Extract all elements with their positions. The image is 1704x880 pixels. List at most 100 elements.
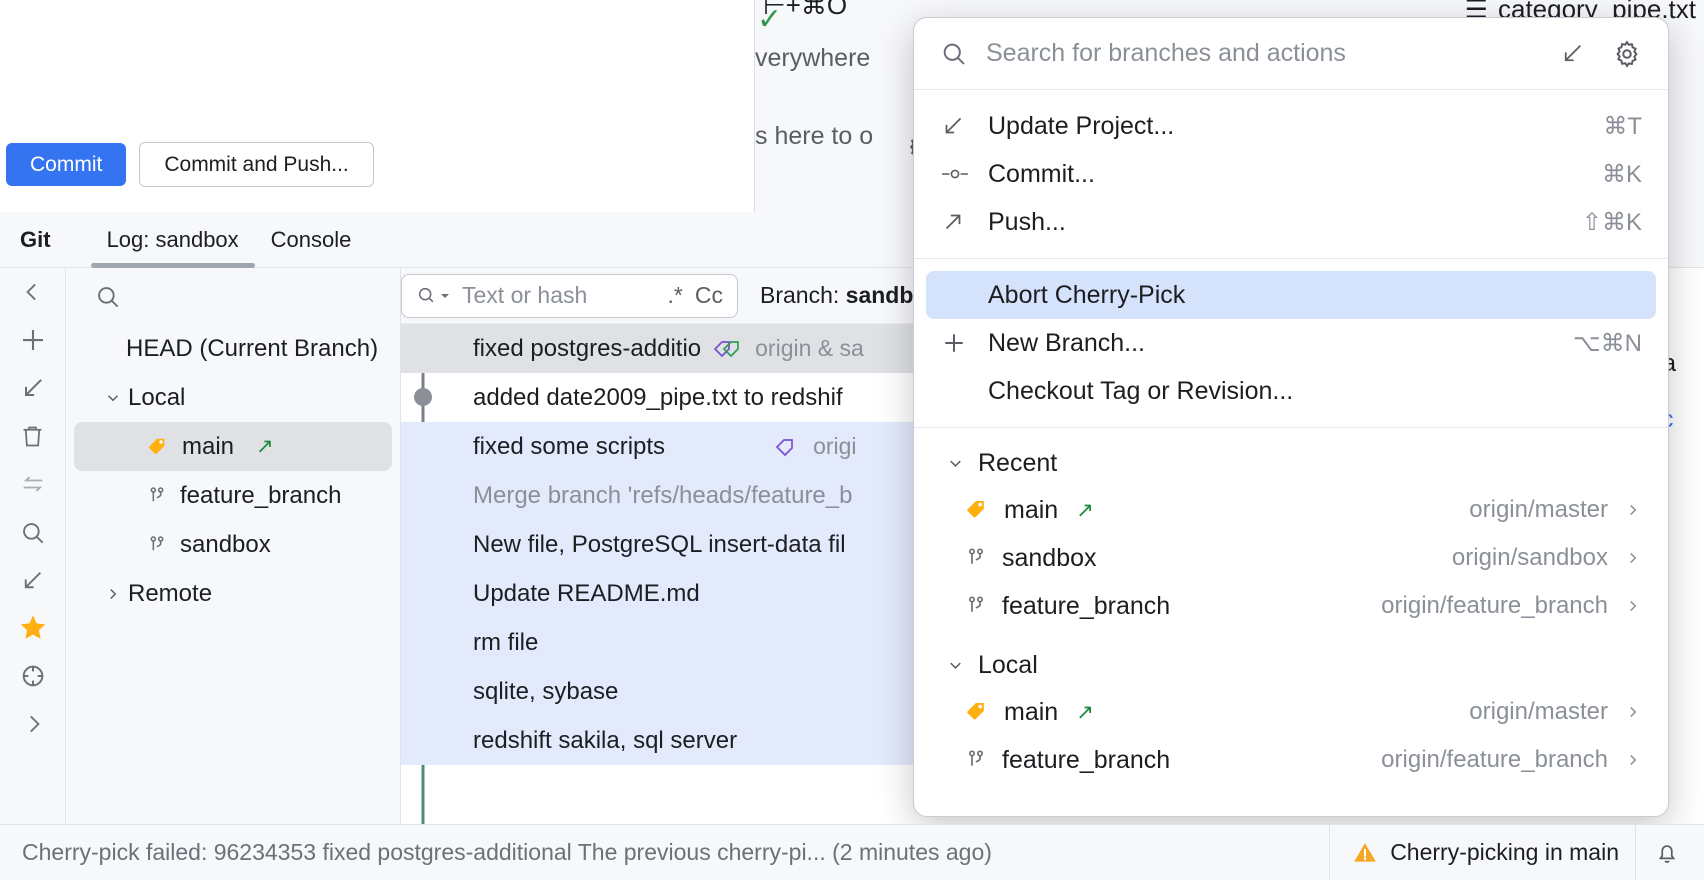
menu-item-checkout-tag-or-revision[interactable]: Checkout Tag or Revision... xyxy=(914,367,1668,415)
commit-message: fixed postgres-additio xyxy=(473,335,701,363)
menu-item-new-branch[interactable]: New Branch... ⌥⌘N xyxy=(914,319,1668,367)
branch-item-main[interactable]: main ↗ origin/master xyxy=(914,486,1668,534)
tree-row-label: sandbox xyxy=(180,531,271,559)
commit-button[interactable]: Commit xyxy=(6,143,126,186)
chevron-right-icon[interactable] xyxy=(1624,703,1642,721)
branch-tree-panel: HEAD (Current Branch) Local main ↗ featu… xyxy=(66,268,401,824)
commit-message: added date2009_pipe.txt to redshif xyxy=(473,384,843,412)
commit-icon xyxy=(940,163,988,185)
tree-row-label: main xyxy=(182,433,234,461)
case-sensitive-toggle[interactable]: Cc xyxy=(695,282,723,309)
tree-group-local[interactable]: Local xyxy=(66,373,400,422)
branch-item-local-feature-branch[interactable]: feature_branch origin/feature_branch xyxy=(914,736,1668,784)
chevron-down-icon xyxy=(940,656,970,675)
commit-button-group: Commit Commit and Push... xyxy=(6,142,374,187)
menu-item-shortcut: ⌘K xyxy=(1602,160,1642,189)
update-project-icon xyxy=(940,113,988,139)
branch-name: main xyxy=(1004,496,1058,525)
tree-row-label: Remote xyxy=(128,580,212,608)
notification-bell-icon[interactable] xyxy=(1635,825,1688,880)
branch-icon xyxy=(964,594,988,618)
collapse-left-icon[interactable] xyxy=(0,268,66,316)
menu-item-label: Commit... xyxy=(988,160,1095,189)
branches-popup: Search for branches and actions xyxy=(913,17,1669,817)
update-project-icon[interactable] xyxy=(1559,40,1586,67)
branch-icon xyxy=(964,546,988,570)
branch-tree-search[interactable] xyxy=(66,268,400,324)
tab-console[interactable]: Console xyxy=(255,212,368,268)
chevron-right-icon[interactable] xyxy=(1624,751,1642,769)
favorite-star-icon[interactable] xyxy=(0,604,66,652)
chevron-right-icon[interactable] xyxy=(1624,597,1642,615)
group-header-label: Local xyxy=(978,651,1038,680)
commit-message: sqlite, sybase xyxy=(473,678,618,706)
toolbar-glyph-icon: ⊢+⌘O xyxy=(763,0,847,21)
tree-row-head[interactable]: HEAD (Current Branch) xyxy=(66,324,400,373)
update-project-icon[interactable] xyxy=(0,364,66,412)
commit-and-push-button[interactable]: Commit and Push... xyxy=(139,142,373,187)
log-tool-rail xyxy=(0,268,66,824)
branch-name: feature_branch xyxy=(1002,592,1170,621)
branch-tracking: origin/master xyxy=(1469,496,1608,524)
tree-group-remote[interactable]: Remote xyxy=(66,569,400,618)
popup-search-row: Search for branches and actions xyxy=(914,18,1668,90)
search-dropdown-icon[interactable] xyxy=(416,285,450,307)
branch-item-feature-branch[interactable]: feature_branch origin/feature_branch xyxy=(914,582,1668,630)
menu-item-commit[interactable]: Commit... ⌘K xyxy=(914,150,1668,198)
tag-icon xyxy=(964,497,990,523)
tree-row-label: feature_branch xyxy=(180,482,341,510)
menu-item-label: New Branch... xyxy=(988,329,1145,358)
tab-log-sandbox[interactable]: Log: sandbox xyxy=(91,212,255,268)
menu-item-label: Update Project... xyxy=(988,112,1174,141)
add-icon[interactable] xyxy=(0,316,66,364)
group-header-local[interactable]: Local xyxy=(914,642,1668,688)
commit-message: rm file xyxy=(473,629,538,657)
branch-icon xyxy=(964,748,988,772)
expand-right-icon[interactable] xyxy=(0,700,66,748)
commit-message: redshift sakila, sql server xyxy=(473,727,737,755)
log-search-input[interactable]: Text or hash xyxy=(462,282,587,309)
chevron-right-icon[interactable] xyxy=(1624,549,1642,567)
menu-item-label: Checkout Tag or Revision... xyxy=(988,377,1293,406)
double-tag-icon xyxy=(713,336,743,362)
outgoing-arrow-icon: ↗ xyxy=(1076,498,1094,523)
menu-item-label: Abort Cherry-Pick xyxy=(988,281,1185,310)
outgoing-arrow-icon: ↗ xyxy=(1076,700,1094,725)
editor-hint-line-2: s here to o xyxy=(755,122,873,151)
chevron-right-icon[interactable] xyxy=(1624,501,1642,519)
commit-message: Update README.md xyxy=(473,580,700,608)
branch-item-sandbox[interactable]: sandbox origin/sandbox xyxy=(914,534,1668,582)
branch-icon xyxy=(146,485,168,507)
tag-icon xyxy=(146,435,170,459)
gear-icon[interactable] xyxy=(1612,39,1642,69)
app-window: Commit Commit and Push... ✓ ⊢+⌘O ☰ categ… xyxy=(0,0,1704,880)
branch-tracking: origin/feature_branch xyxy=(1381,746,1608,774)
delete-icon[interactable] xyxy=(0,412,66,460)
update-icon[interactable] xyxy=(0,556,66,604)
log-search-box[interactable]: Text or hash .* Cc xyxy=(401,274,738,318)
popup-actions-section: Update Project... ⌘T Commit... ⌘K Push..… xyxy=(914,90,1668,258)
tree-row-sandbox[interactable]: sandbox xyxy=(66,520,400,569)
compare-icon[interactable] xyxy=(0,460,66,508)
menu-item-abort-cherry-pick[interactable]: Abort Cherry-Pick xyxy=(926,271,1656,319)
menu-item-update-project[interactable]: Update Project... ⌘T xyxy=(914,102,1668,150)
status-message[interactable]: Cherry-pick failed: 96234353 fixed postg… xyxy=(22,839,992,866)
group-header-label: Recent xyxy=(978,449,1057,478)
menu-item-shortcut: ⌥⌘N xyxy=(1573,329,1642,358)
tool-window-title: Git xyxy=(20,227,51,253)
tree-row-feature-branch[interactable]: feature_branch xyxy=(66,471,400,520)
branch-name: sandbox xyxy=(1002,544,1097,573)
tree-row-label: HEAD (Current Branch) xyxy=(126,335,378,363)
tree-row-main[interactable]: main ↗ xyxy=(74,422,392,471)
cherry-pick-status[interactable]: Cherry-picking in main xyxy=(1329,825,1619,880)
menu-item-shortcut: ⌘T xyxy=(1603,112,1642,141)
regex-toggle[interactable]: .* xyxy=(668,282,683,309)
popup-search-input[interactable]: Search for branches and actions xyxy=(986,39,1541,68)
branch-item-local-main[interactable]: main ↗ origin/master xyxy=(914,688,1668,736)
menu-item-push[interactable]: Push... ⇧⌘K xyxy=(914,198,1668,246)
outgoing-arrow-icon: ↗ xyxy=(256,434,274,459)
search-icon[interactable] xyxy=(0,508,66,556)
group-header-recent[interactable]: Recent xyxy=(914,440,1668,486)
tag-icon xyxy=(775,434,801,460)
target-icon[interactable] xyxy=(0,652,66,700)
